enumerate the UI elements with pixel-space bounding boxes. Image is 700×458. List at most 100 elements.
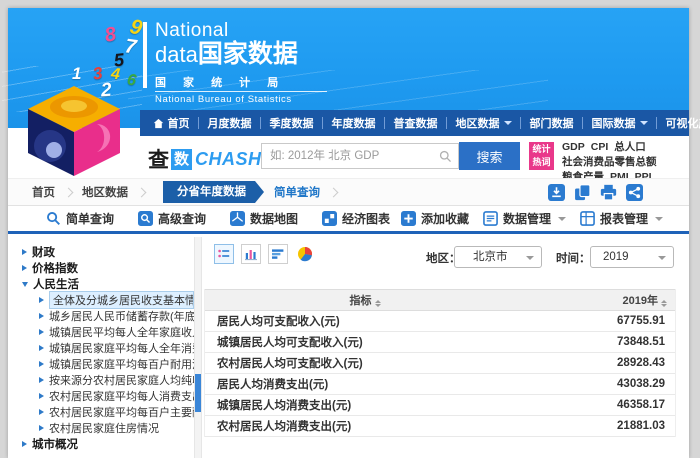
tree-label: 农村居民家庭平均每人消费支出 — [49, 388, 194, 404]
triangle-right-icon — [39, 361, 44, 367]
sidebar-scrollbar-thumb[interactable] — [195, 374, 201, 412]
sort-icon[interactable] — [661, 300, 667, 307]
search-solid-icon — [138, 211, 153, 226]
search-button[interactable]: 搜索 — [459, 142, 520, 170]
breadcrumb-trail: 首页 地区数据 分省年度数据 简单查询 — [8, 181, 337, 203]
site-logo-cube[interactable]: 9 8 7 5 3 4 6 1 2 — [20, 8, 150, 176]
nav-item-census[interactable]: 普查数据 — [384, 117, 446, 129]
time-select[interactable]: 2019 — [590, 246, 674, 268]
nav-item-quarterly[interactable]: 季度数据 — [260, 117, 322, 129]
chashu-char-shu: 数 — [171, 149, 192, 170]
table-row: 居民人均可支配收入(元)67755.91 — [205, 311, 675, 332]
economic-charts-tab[interactable]: 经济图表 — [322, 210, 390, 227]
simple-query-tab[interactable]: 简单查询 — [46, 210, 114, 227]
breadcrumb-home[interactable]: 首页 — [32, 184, 55, 200]
region-select[interactable]: 北京市 — [454, 246, 542, 268]
data-map-tab[interactable]: 数据地图 — [230, 210, 298, 227]
tree-label: 按来源分农村居民家庭人均纯收入 — [49, 372, 194, 388]
sidebar-scrollbar[interactable] — [194, 237, 202, 458]
hot-word-link[interactable]: CPI — [591, 141, 609, 153]
value-cell: 73848.51 — [525, 336, 675, 348]
search-input[interactable] — [262, 144, 458, 168]
report-manage-dropdown[interactable]: 报表管理 — [580, 210, 663, 227]
time-label: 时间： — [556, 250, 591, 266]
screen: 9 8 7 5 3 4 6 1 2 National data国家数据 国 家 … — [0, 0, 700, 458]
search-box — [261, 143, 459, 169]
bureau-name-cn: 国 家 统 计 局 — [155, 74, 327, 90]
page-action-icons — [548, 184, 643, 201]
tree-item-income-overview-selected[interactable]: 全体及分城乡居民收支基本情况(新口径) — [8, 292, 194, 308]
sort-icon[interactable] — [375, 300, 381, 307]
tree-item-rural-housing[interactable]: 农村居民家庭住房情况 — [8, 420, 194, 436]
tree-item-city-overview[interactable]: 城市概况 — [8, 436, 194, 452]
time-value: 2019 — [603, 251, 629, 263]
tree-item-people-livelihood[interactable]: 人民生活 — [8, 276, 194, 292]
region-value: 北京市 — [473, 251, 508, 263]
triangle-right-icon — [39, 313, 44, 319]
nav-label: 地区数据 — [456, 115, 500, 131]
breadcrumb-active-provincial-annual[interactable]: 分省年度数据 — [163, 181, 264, 203]
tree-item-rural-net-income[interactable]: 按来源分农村居民家庭人均纯收入 — [8, 372, 194, 388]
nav-item-visualization[interactable]: 可视化产品 — [656, 117, 700, 129]
header-label: 指标 — [350, 295, 372, 307]
chashu-char-cha: 查 — [148, 144, 169, 174]
hot-word-link[interactable]: 社会消费品零售总额 — [562, 156, 657, 168]
advanced-query-tab[interactable]: 高级查询 — [138, 210, 206, 227]
breadcrumb-regional-data[interactable]: 地区数据 — [82, 184, 128, 200]
hot-badge-line2: 热词 — [529, 156, 554, 169]
title-english: National — [155, 20, 327, 41]
nav-item-annual[interactable]: 年度数据 — [322, 117, 384, 129]
nav-item-departmental[interactable]: 部门数据 — [520, 117, 582, 129]
tree-item-urban-consumption[interactable]: 城镇居民家庭平均每人全年消费性支出 — [8, 340, 194, 356]
indicator-cell: 农村居民人均消费支出(元) — [205, 418, 525, 434]
indicator-tree-sidebar: 财政 价格指数 人民生活 全体及分城乡居民收支基本情况(新口径) 城乡居民人民币… — [8, 237, 194, 458]
nav-item-home[interactable]: 首页 — [144, 117, 198, 129]
add-favorite-button[interactable]: 添加收藏 — [401, 210, 469, 227]
hot-word-link[interactable]: GDP — [562, 141, 585, 153]
triangle-right-icon — [22, 441, 27, 447]
nav-label: 月度数据 — [208, 115, 252, 131]
tree-item-savings-deposits[interactable]: 城乡居民人民币储蓄存款(年底余额) — [8, 308, 194, 324]
download-icon[interactable] — [548, 184, 565, 201]
triangle-right-icon — [39, 393, 44, 399]
header-label: 2019年 — [623, 295, 658, 307]
indicator-column-header: 指标 — [205, 292, 525, 308]
indicator-cell: 居民人均可支配收入(元) — [205, 313, 525, 329]
logo-digit: 4 — [110, 66, 121, 85]
data-manage-dropdown[interactable]: 数据管理 — [483, 210, 566, 227]
copy-icon[interactable] — [574, 184, 591, 201]
table-row: 城镇居民人均可支配收入(元)73848.51 — [205, 332, 675, 353]
triangle-right-icon — [22, 249, 27, 255]
filters-bar: 地区： 北京市 时间： 2019 — [203, 246, 681, 268]
chevron-right-icon — [137, 187, 147, 197]
nav-item-regional[interactable]: 地区数据 — [446, 117, 520, 129]
nav-item-international[interactable]: 国际数据 — [582, 117, 656, 129]
triangle-right-icon — [39, 377, 44, 383]
tree-item-finance[interactable]: 财政 — [8, 244, 194, 260]
tree-item-rural-durables[interactable]: 农村居民家庭平均每百户主要耐用消费品 — [8, 404, 194, 420]
logo-digit: 6 — [126, 71, 138, 90]
chevron-down-icon — [504, 121, 512, 125]
tree-label: 财政 — [32, 244, 55, 260]
tree-label: 全体及分城乡居民收支基本情况(新口径) — [49, 291, 194, 309]
nav-label: 部门数据 — [530, 115, 574, 131]
tool-label: 数据地图 — [250, 210, 298, 227]
value-cell: 67755.91 — [525, 315, 675, 327]
breadcrumb-simple-query[interactable]: 简单查询 — [274, 184, 320, 200]
bureau-name-en: National Bureau of Statistics — [155, 91, 327, 105]
tree-item-urban-durables[interactable]: 城镇居民家庭平均每百户耐用消费品拥有 — [8, 356, 194, 372]
site-header: 9 8 7 5 3 4 6 1 2 National data国家数据 国 家 … — [8, 8, 689, 128]
chevron-down-icon — [526, 256, 534, 260]
nav-item-monthly[interactable]: 月度数据 — [198, 117, 260, 129]
nav-label: 国际数据 — [592, 115, 636, 131]
value-cell: 43038.29 — [525, 378, 675, 390]
tree-item-rural-consumption[interactable]: 农村居民家庭平均每人消费支出 — [8, 388, 194, 404]
chevron-right-icon — [329, 187, 339, 197]
tree-item-price-index[interactable]: 价格指数 — [8, 260, 194, 276]
hot-word-link[interactable]: 总人口 — [614, 141, 646, 153]
share-icon[interactable] — [626, 184, 643, 201]
hot-words-line1: GDP CPI 总人口社会消费品零售总额 — [562, 140, 688, 170]
print-icon[interactable] — [600, 184, 617, 201]
plus-icon — [401, 211, 416, 226]
tree-item-urban-income-source[interactable]: 城镇居民平均每人全年家庭收入来源 — [8, 324, 194, 340]
